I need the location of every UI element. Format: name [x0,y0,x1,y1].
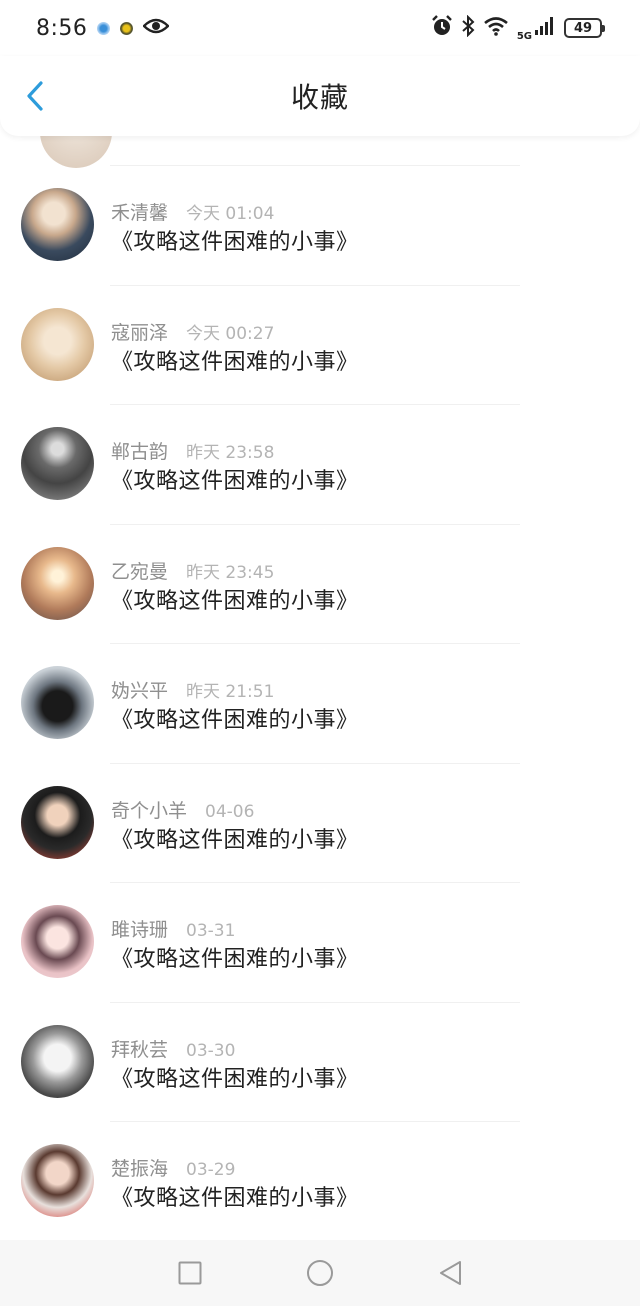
user-name: 拜秋芸 [111,1038,169,1061]
list-item[interactable]: 寇丽泽 今天 00:27 《攻略这件困难的小事》 [0,286,640,405]
item-time: 03-30 [186,1040,236,1061]
list-item[interactable]: 楚振海 03-29 《攻略这件困难的小事》 [0,1122,640,1240]
app-notification-icon [97,21,111,35]
item-title: 《攻略这件困难的小事》 [111,1186,359,1211]
item-title: 《攻略这件困难的小事》 [111,230,359,255]
page-title: 收藏 [290,81,349,114]
list-item[interactable]: 乙宛曼 昨天 23:45 《攻略这件困难的小事》 [0,525,640,644]
item-meta: 乙宛曼 昨天 23:45 [111,557,274,584]
item-meta: 楚振海 03-29 [111,1154,235,1181]
user-name: 郸古韵 [111,441,169,463]
item-time: 03-31 [186,921,236,941]
user-name: 雎诗珊 [111,919,169,941]
status-bar: 8:56 5G 49 [0,0,640,56]
list-item[interactable]: 郸古韵 昨天 23:58 《攻略这件困难的小事》 [0,405,640,525]
item-time: 03-29 [186,1160,236,1180]
list-item-partial[interactable] [40,136,520,168]
eye-icon [142,17,171,39]
item-title: 《攻略这件困难的小事》 [111,469,359,494]
favorites-list[interactable]: 禾清馨 今天 01:04 《攻略这件困难的小事》 寇丽泽 今天 00:27 《攻… [0,136,640,1240]
avatar [21,1144,94,1217]
bluetooth-icon [461,14,475,41]
app-notification-icon-2 [120,21,134,35]
list-item[interactable]: 拜秋芸 03-30 《攻略这件困难的小事》 [0,1003,640,1122]
item-time: 今天 00:27 [186,323,275,344]
signal-icon [534,16,556,40]
avatar [21,307,94,381]
home-button[interactable] [305,1258,335,1288]
user-name: 禾清馨 [111,202,169,224]
back-button[interactable] [20,78,50,114]
network-type: 5G [516,30,532,42]
item-title: 《攻略这件困难的小事》 [111,349,359,375]
avatar [21,427,94,500]
item-meta: 禾清馨 今天 01:04 [111,198,274,225]
user-name: 乙宛曼 [111,560,169,583]
item-meta: 郸古韵 昨天 23:58 [111,437,274,464]
header: 收藏 [0,56,640,136]
status-bar-left: 8:56 [36,15,171,41]
item-meta: 奇个小羊 04-06 [111,796,254,823]
recent-apps-icon [178,1261,202,1285]
back-icon [440,1261,461,1285]
list-item[interactable]: 禾清馨 今天 01:04 《攻略这件困难的小事》 [0,166,640,286]
item-title: 《攻略这件困难的小事》 [111,708,359,733]
system-nav-bar [0,1240,640,1306]
avatar [21,546,94,620]
item-time: 昨天 23:45 [186,562,275,583]
wifi-icon [483,16,509,40]
item-title: 《攻略这件困难的小事》 [111,827,359,853]
item-meta: 妫兴平 昨天 21:51 [111,676,274,703]
item-meta: 拜秋芸 03-30 [111,1035,235,1062]
avatar [21,1024,94,1098]
item-meta: 寇丽泽 今天 00:27 [111,318,274,345]
avatar [21,666,94,739]
home-icon [307,1260,333,1286]
user-name: 奇个小羊 [111,799,188,822]
recent-apps-button[interactable] [175,1258,205,1288]
battery-icon: 49 [564,18,605,38]
item-time: 昨天 23:58 [186,443,275,463]
avatar [21,188,94,261]
item-time: 04-06 [205,801,255,822]
avatar [21,785,94,859]
item-meta: 雎诗珊 03-31 [111,915,235,942]
item-title: 《攻略这件困难的小事》 [111,588,359,614]
item-title: 《攻略这件困难的小事》 [111,947,359,972]
list-item[interactable]: 奇个小羊 04-06 《攻略这件困难的小事》 [0,764,640,883]
item-title: 《攻略这件困难的小事》 [111,1066,359,1092]
status-bar-right: 5G 49 [431,14,605,42]
status-time: 8:56 [36,15,88,41]
item-time: 今天 01:04 [186,204,275,224]
user-name: 楚振海 [111,1158,169,1180]
user-name: 寇丽泽 [111,321,169,344]
user-name: 妫兴平 [111,680,169,702]
back-nav-button[interactable] [435,1258,465,1288]
list-item[interactable]: 妫兴平 昨天 21:51 《攻略这件困难的小事》 [0,644,640,764]
avatar [40,136,112,168]
list-item[interactable]: 雎诗珊 03-31 《攻略这件困难的小事》 [0,883,640,1003]
item-time: 昨天 21:51 [186,682,275,702]
avatar [21,905,94,978]
chevron-left-icon [27,81,43,111]
alarm-icon [431,15,453,41]
